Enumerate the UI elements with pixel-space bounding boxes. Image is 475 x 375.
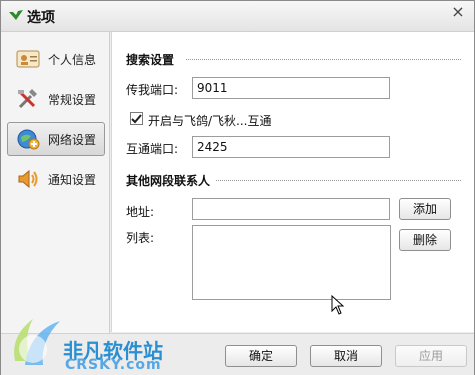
delete-button[interactable]: 删除 <box>399 229 451 251</box>
section-divider <box>216 180 461 181</box>
app-logo-icon <box>9 10 23 20</box>
sidebar-item-network-settings[interactable]: 网络设置 <box>7 122 105 156</box>
cancel-button[interactable]: 取消 <box>310 345 382 367</box>
interop-port-label: 互通端口: <box>126 142 179 156</box>
mouse-cursor-icon <box>331 295 345 315</box>
watermark-english-text: CRSKY.com <box>65 357 162 373</box>
options-window: 选项 × 个人信息 常规设置 网络设置 通知设置 搜索设置 传我端口: 9011… <box>0 0 475 375</box>
sidebar-item-notification-settings[interactable]: 通知设置 <box>7 162 105 196</box>
sidebar-item-general-settings[interactable]: 常规设置 <box>7 82 105 116</box>
sidebar-item-label: 网络设置 <box>48 133 97 147</box>
list-label: 列表: <box>126 231 155 245</box>
add-button[interactable]: 添加 <box>399 198 451 220</box>
port-label: 传我端口: <box>126 83 179 97</box>
sidebar-item-label: 常规设置 <box>48 93 97 107</box>
sidebar-item-label: 通知设置 <box>48 173 97 187</box>
interop-port-input[interactable]: 2425 <box>192 136 390 158</box>
checkmark-icon <box>131 114 142 124</box>
window-title: 选项 <box>27 10 55 26</box>
network-globe-icon <box>17 129 40 150</box>
apply-button[interactable]: 应用 <box>395 345 467 367</box>
close-icon[interactable]: × <box>450 4 466 20</box>
address-label: 地址: <box>126 205 155 219</box>
section-divider <box>186 59 461 60</box>
other-contacts-title: 其他网段联系人 <box>126 174 211 188</box>
interop-checkbox[interactable] <box>130 112 143 125</box>
network-settings-panel: 搜索设置 传我端口: 9011 开启与飞鸽/飞秋...互通 互通端口: 2425… <box>111 32 474 332</box>
search-settings-title: 搜索设置 <box>126 53 175 67</box>
contact-card-icon <box>16 50 40 68</box>
sidebar-item-personal-info[interactable]: 个人信息 <box>7 42 105 76</box>
interop-label: 开启与飞鸽/飞秋...互通 <box>148 114 272 128</box>
speaker-icon <box>18 169 38 189</box>
title-bar: 选项 × <box>1 1 474 32</box>
address-input[interactable] <box>192 198 390 220</box>
sidebar-item-label: 个人信息 <box>48 53 97 67</box>
contact-list[interactable] <box>192 225 391 300</box>
port-input[interactable]: 9011 <box>192 77 390 99</box>
tools-icon <box>18 89 37 109</box>
